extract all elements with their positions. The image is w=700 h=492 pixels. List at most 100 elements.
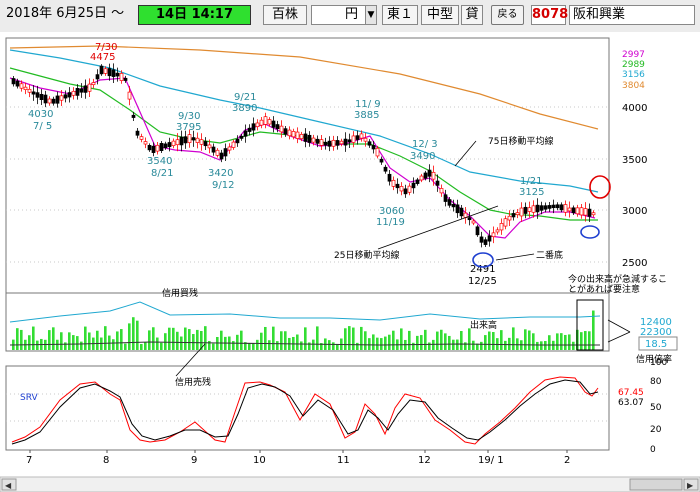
annotation-value: 3540 xyxy=(147,156,172,167)
unit-selector[interactable]: 百株 xyxy=(263,5,307,25)
candle-body xyxy=(47,98,52,104)
candle-body xyxy=(571,207,576,214)
legend-ma-short: 2997 xyxy=(622,50,645,60)
candle-body xyxy=(155,144,160,152)
volume-bar xyxy=(304,327,307,350)
candle-body xyxy=(203,141,208,147)
volume-bar xyxy=(572,341,575,350)
candle-body xyxy=(71,90,76,96)
candle-body xyxy=(83,85,88,93)
volume-bar xyxy=(140,343,143,350)
srv-value-1: 67.45 xyxy=(618,388,644,398)
candle-body xyxy=(511,213,516,218)
volume-bar xyxy=(176,331,179,350)
volume-bar xyxy=(280,331,283,350)
candle-body xyxy=(491,232,496,238)
volume-bar xyxy=(264,326,267,350)
volume-bar xyxy=(48,330,51,350)
volume-bar xyxy=(528,330,531,350)
volume-bar xyxy=(588,331,591,350)
volume-bar xyxy=(136,320,139,350)
price-gridlines xyxy=(6,106,609,422)
candle-body xyxy=(251,123,256,131)
candle-body xyxy=(487,235,492,242)
candle-body xyxy=(307,134,312,143)
volume-bar xyxy=(540,341,543,350)
stock-code-input[interactable]: 8078 xyxy=(531,5,568,25)
back-button[interactable]: 戻る xyxy=(491,5,524,25)
warning-pointer xyxy=(607,319,631,333)
date-range-label: 2018年 6月25日 ～ xyxy=(6,6,125,21)
candle-body xyxy=(415,179,420,184)
candle-body xyxy=(347,139,352,143)
candle-body xyxy=(303,133,308,142)
candle-body xyxy=(359,133,364,139)
candle-body xyxy=(387,173,392,182)
price-tick: 3000 xyxy=(622,206,647,217)
annotation-date: 7/ 5 xyxy=(33,121,52,132)
annotation-value: 3420 xyxy=(208,168,233,179)
candle-body xyxy=(163,143,168,149)
candle-body xyxy=(427,169,432,177)
volume-bar xyxy=(512,327,515,350)
scroll-thumb[interactable] xyxy=(629,478,683,491)
volume-bar xyxy=(584,331,587,350)
period-display[interactable]: 14日 14:17 xyxy=(138,5,251,25)
volume-bar xyxy=(132,317,135,350)
horizontal-scrollbar[interactable] xyxy=(0,476,700,492)
volume-bar xyxy=(16,328,19,350)
candle-body xyxy=(327,140,332,147)
volume-bar xyxy=(96,330,99,350)
volume-bar xyxy=(232,341,235,350)
volume-bar xyxy=(144,342,147,350)
annotation-value: 3490 xyxy=(410,151,435,162)
candle-body xyxy=(23,86,28,90)
volume-warning-line2: とがあれば要注意 xyxy=(568,283,640,295)
annotation-value: 3125 xyxy=(519,187,544,198)
candle-body xyxy=(499,223,504,231)
candle-body xyxy=(519,207,524,217)
candle-body xyxy=(215,149,220,156)
volume-bar xyxy=(544,341,547,350)
candle-body xyxy=(407,185,412,193)
annotation-value: 3885 xyxy=(354,110,379,121)
volume-bar xyxy=(172,327,175,350)
candle-body xyxy=(143,141,148,145)
candle-body xyxy=(211,146,216,153)
annotation-date: 12/25 xyxy=(468,276,497,287)
candle-body xyxy=(195,137,200,143)
volume-bar xyxy=(372,334,375,350)
volume-bar xyxy=(316,326,319,350)
candle-body xyxy=(55,95,60,104)
chevron-left-icon: ◀ xyxy=(5,481,12,490)
candle-body xyxy=(495,229,500,233)
margin-sell-label: 信用売残 xyxy=(175,376,211,388)
volume-bar xyxy=(164,333,167,350)
candle-body xyxy=(331,139,336,147)
srv-tick: 0 xyxy=(650,445,656,455)
volume-bar xyxy=(380,338,383,350)
volume-bar xyxy=(36,340,39,350)
volume-bar xyxy=(524,329,527,350)
x-axis: 7 8 9 10 11 12 19/ 1 2 xyxy=(26,450,570,466)
volume-bar xyxy=(384,336,387,350)
volume-bar xyxy=(276,341,279,350)
candle-body xyxy=(255,122,260,127)
volume-bar xyxy=(128,323,131,350)
candle-body xyxy=(175,139,180,146)
candle-body xyxy=(367,141,372,146)
candle-body xyxy=(371,145,376,150)
volume-bar xyxy=(504,340,507,350)
candle-body xyxy=(31,91,36,95)
volume-bar xyxy=(28,335,31,350)
candle-body xyxy=(227,146,232,151)
chevron-down-icon[interactable]: ▼ xyxy=(365,5,377,25)
volume-bar xyxy=(188,329,191,350)
volume-bar xyxy=(348,326,351,350)
candle-body xyxy=(279,125,284,133)
volume-bar xyxy=(248,343,251,350)
volume-bar xyxy=(192,334,195,350)
volume-bar xyxy=(412,342,415,350)
candle-body xyxy=(583,208,588,216)
candle-body xyxy=(379,158,384,163)
